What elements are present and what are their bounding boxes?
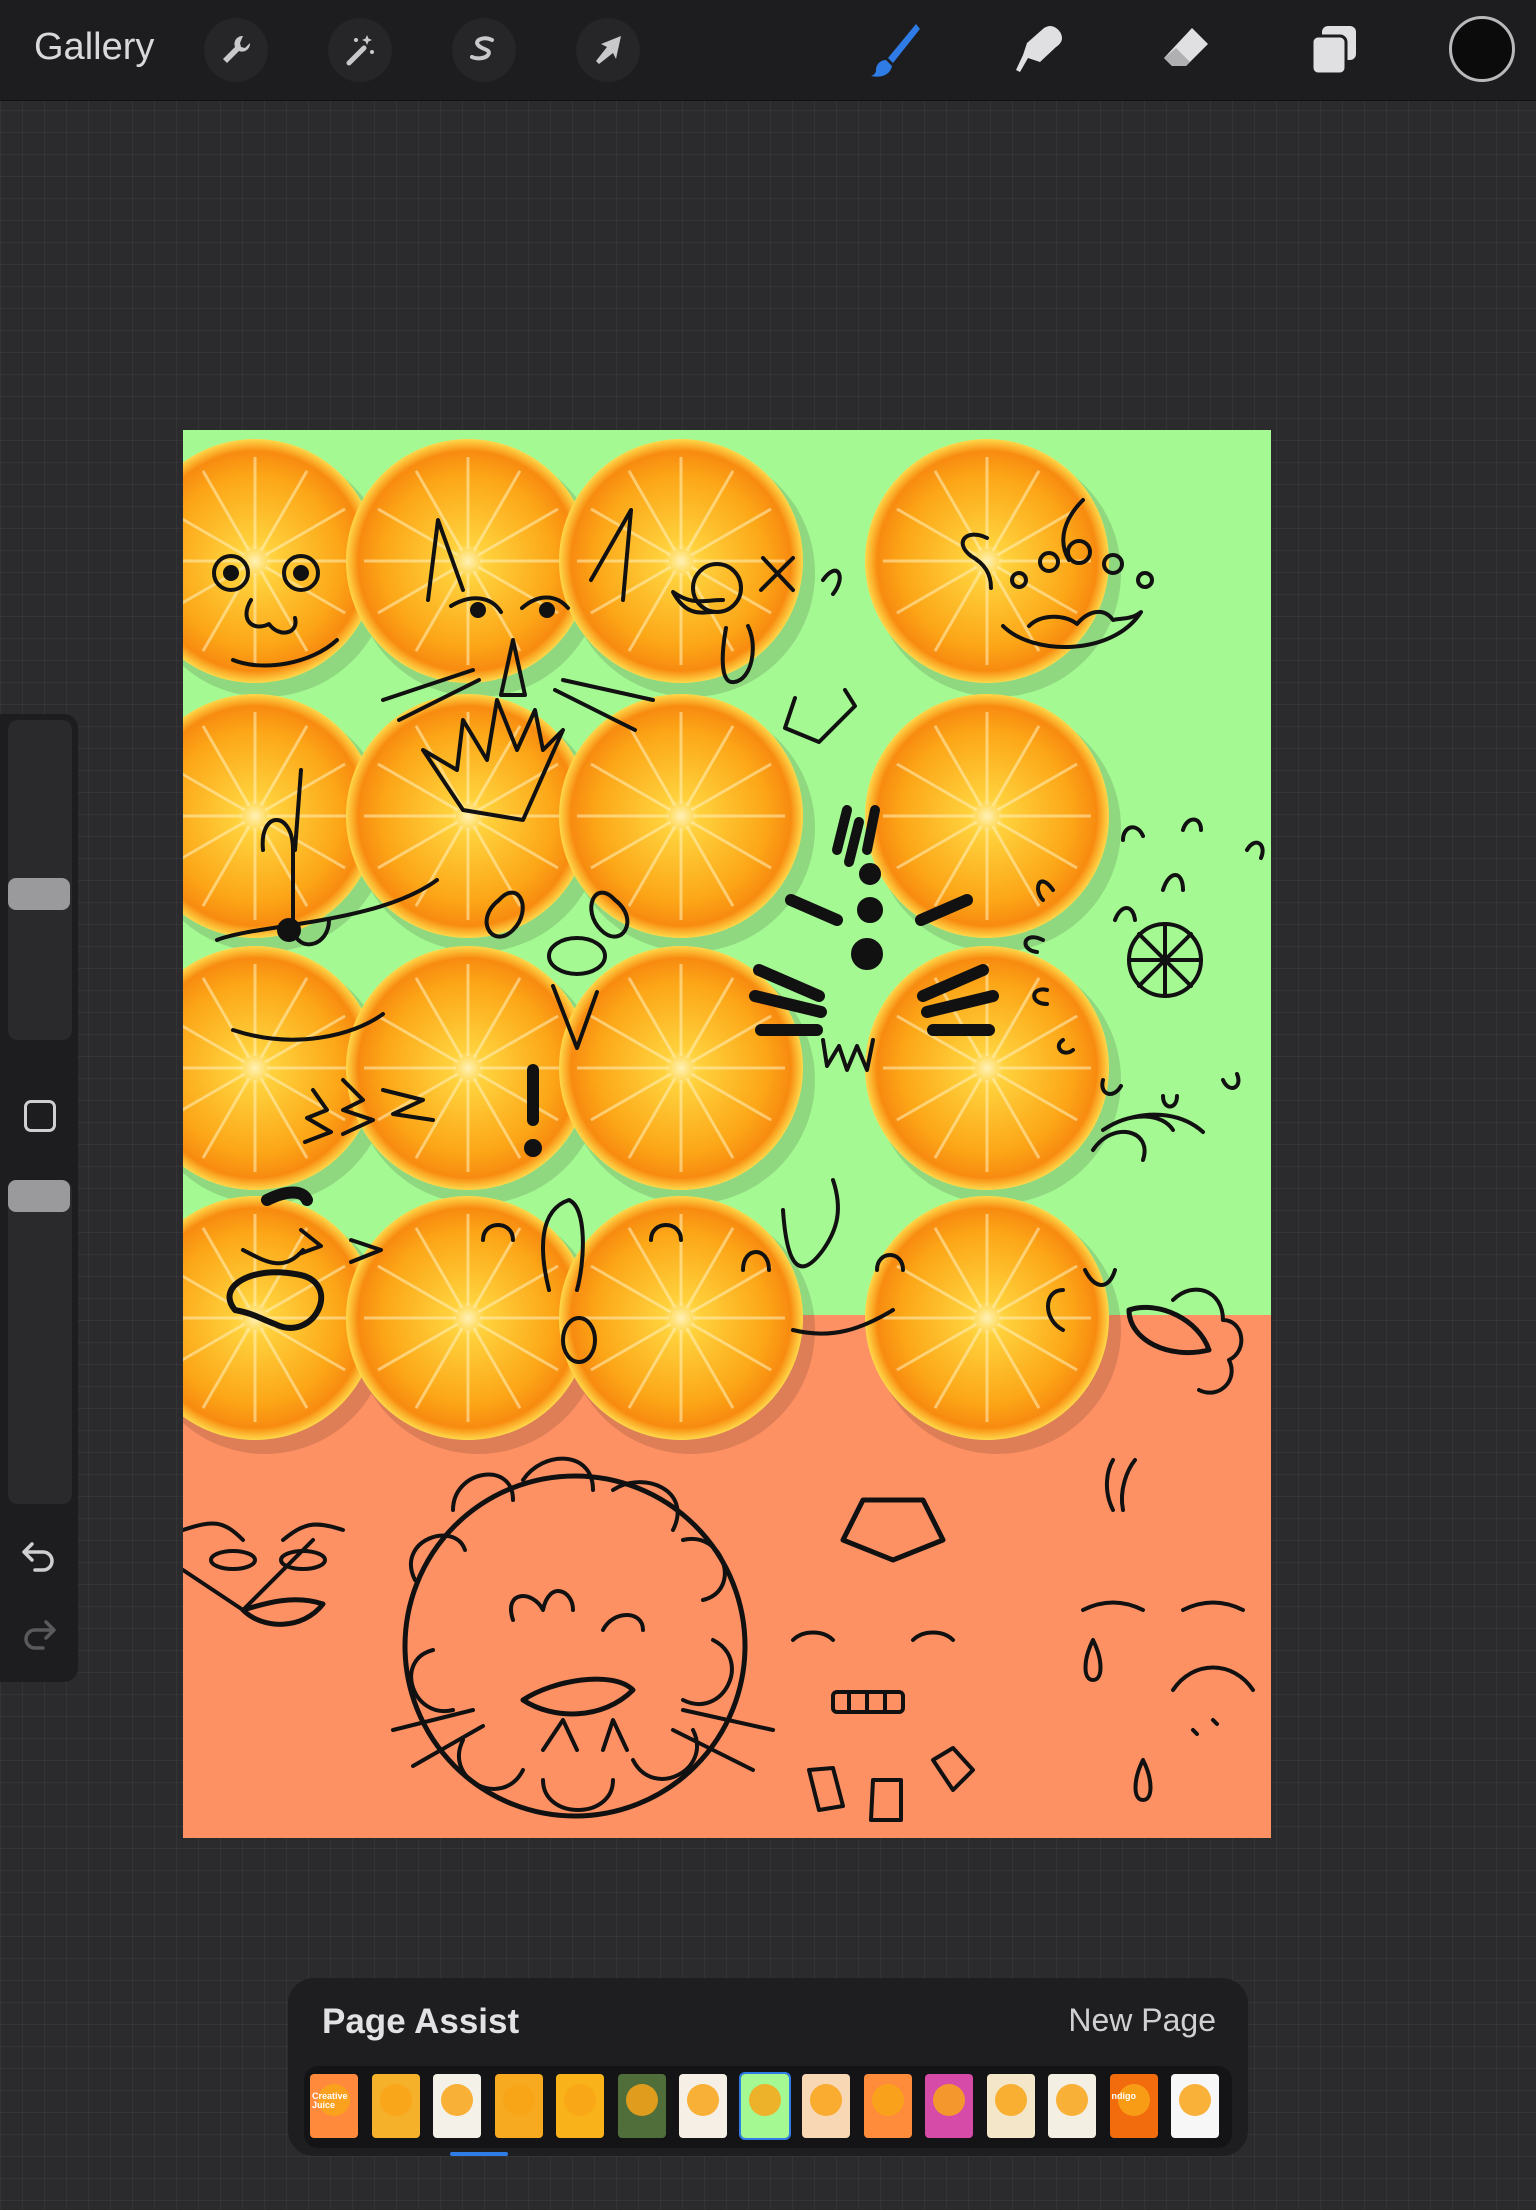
page-thumbnail-strip[interactable]: Creative Juice ndigo <box>304 2066 1232 2148</box>
page-thumbnail[interactable] <box>863 2074 912 2138</box>
page-thumbnail-content <box>687 2084 719 2116</box>
page-thumbnail-content <box>933 2084 965 2116</box>
top-toolbar: Gallery <box>0 0 1536 101</box>
page-thumbnail-content <box>810 2084 842 2116</box>
brush-size-slider[interactable] <box>8 720 72 1040</box>
page-thumbnail-content <box>748 2084 781 2116</box>
left-sidebar <box>0 714 78 1682</box>
brush-tool-button[interactable] <box>856 12 932 88</box>
page-thumbnail-content <box>441 2084 473 2116</box>
page-thumbnail-content <box>625 2084 658 2116</box>
orange-faces-artwork <box>183 439 1265 1822</box>
opacity-slider-thumb[interactable] <box>8 1180 70 1212</box>
page-thumbnail-content <box>871 2084 904 2116</box>
page-thumbnail[interactable] <box>1048 2074 1096 2138</box>
eraser-tool-button[interactable] <box>1148 12 1224 88</box>
page-thumbnail-label: ndigo <box>1111 2091 1137 2101</box>
page-thumbnail-content <box>994 2084 1027 2116</box>
page-thumbnail-content <box>379 2084 412 2116</box>
gallery-button[interactable]: Gallery <box>34 26 154 69</box>
transform-button[interactable] <box>576 18 640 82</box>
current-page-indicator <box>450 2152 508 2156</box>
eraser-icon <box>1164 28 1208 66</box>
page-thumbnail[interactable] <box>494 2074 543 2138</box>
page-thumbnail-content <box>502 2084 535 2116</box>
layers-icon <box>1310 26 1356 76</box>
drawing-canvas[interactable] <box>183 430 1271 1838</box>
opacity-slider[interactable] <box>8 1180 72 1504</box>
page-thumbnail[interactable] <box>556 2074 604 2138</box>
page-thumbnail[interactable]: Creative Juice <box>310 2074 358 2138</box>
page-thumbnail[interactable] <box>802 2074 850 2138</box>
wrench-icon <box>223 35 251 63</box>
modifier-button[interactable] <box>24 1100 56 1132</box>
page-thumbnail[interactable] <box>925 2074 973 2138</box>
magic-wand-icon <box>346 35 374 66</box>
page-thumbnail-label: Creative Juice <box>312 2091 348 2110</box>
brush-size-slider-thumb[interactable] <box>8 878 70 910</box>
page-thumbnail-content <box>1056 2084 1088 2116</box>
page-thumbnail[interactable] <box>371 2074 420 2138</box>
page-thumbnail[interactable]: ndigo <box>1109 2074 1158 2138</box>
page-thumbnail-content <box>564 2084 596 2116</box>
new-page-button[interactable]: New Page <box>1068 2002 1216 2039</box>
page-thumbnail[interactable] <box>617 2074 666 2138</box>
page-thumbnail[interactable] <box>433 2074 481 2138</box>
layers-button[interactable] <box>1296 12 1372 88</box>
selection-icon <box>470 36 494 61</box>
selection-button[interactable] <box>452 18 516 82</box>
smudge-icon <box>1016 26 1062 72</box>
adjustments-button[interactable] <box>328 18 392 82</box>
actions-button[interactable] <box>204 18 268 82</box>
page-thumbnail[interactable] <box>679 2074 727 2138</box>
page-assist-panel: Page Assist New Page Creative Juice ndigo <box>288 1978 1248 2156</box>
redo-icon[interactable] <box>20 1616 58 1650</box>
color-picker-button[interactable] <box>1449 16 1515 82</box>
page-thumbnail-content <box>1179 2084 1211 2116</box>
undo-icon[interactable] <box>20 1538 58 1572</box>
page-assist-title: Page Assist <box>322 2002 520 2041</box>
page-thumbnail[interactable] <box>986 2074 1035 2138</box>
page-thumbnail[interactable] <box>738 2072 791 2140</box>
brush-icon <box>871 24 920 77</box>
smudge-tool-button[interactable] <box>1002 12 1078 88</box>
page-thumbnail[interactable] <box>1171 2074 1219 2138</box>
transform-arrow-icon <box>596 36 621 64</box>
